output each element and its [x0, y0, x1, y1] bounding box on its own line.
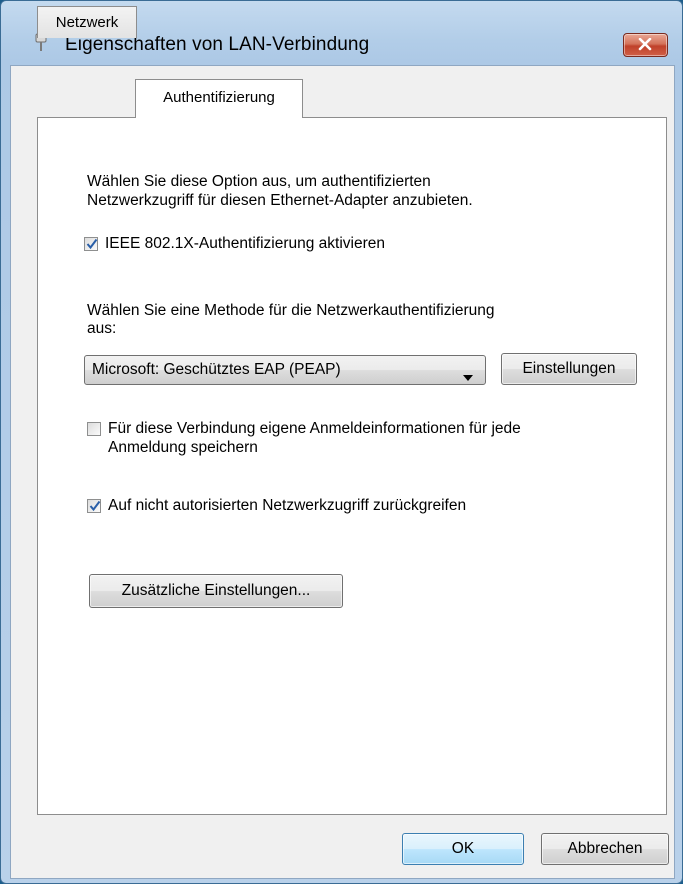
tab-label: Authentifizierung: [163, 89, 275, 106]
tab-panel: [37, 117, 667, 815]
tab-label: Netzwerk: [55, 14, 119, 31]
remember-credentials-label[interactable]: Für diese Verbindung eigene Anmeldeinfor…: [108, 419, 521, 439]
intro-text-line2: Netzwerkzugriff für diesen Ethernet-Adap…: [87, 192, 473, 209]
dialog-window: Eigenschaften von LAN-Verbindung Netzwer…: [0, 0, 683, 884]
cancel-button[interactable]: Abbrechen: [541, 833, 669, 865]
checkmark-icon: [89, 500, 101, 512]
intro-text: Wählen Sie diese Option aus, um authenti…: [87, 173, 431, 190]
tab-authentifizierung[interactable]: Authentifizierung: [135, 79, 303, 118]
additional-settings-button[interactable]: Zusätzliche Einstellungen...: [89, 574, 343, 608]
fallback-unauthorized-checkbox[interactable]: [87, 499, 101, 513]
enable-8021x-label[interactable]: IEEE 802.1X-Authentifizierung aktivieren: [105, 234, 385, 254]
tab-netzwerk[interactable]: Netzwerk: [37, 6, 137, 38]
auth-method-select[interactable]: Microsoft: Geschütztes EAP (PEAP): [84, 355, 486, 385]
method-label-line2: aus:: [87, 320, 117, 337]
remember-credentials-label-line2[interactable]: Anmeldung speichern: [108, 438, 258, 458]
settings-button[interactable]: Einstellungen: [501, 353, 637, 385]
checkmark-icon: [86, 238, 98, 250]
auth-method-value: Microsoft: Geschütztes EAP (PEAP): [92, 361, 341, 378]
fallback-unauthorized-label[interactable]: Auf nicht autorisierten Netzwerkzugriff …: [108, 496, 466, 516]
remember-credentials-checkbox[interactable]: [87, 422, 101, 436]
ok-button[interactable]: OK: [402, 833, 524, 865]
method-label: Wählen Sie eine Methode für die Netzwerk…: [87, 302, 495, 319]
chevron-down-icon: [463, 368, 473, 386]
close-button[interactable]: [623, 33, 668, 57]
close-icon: [638, 38, 652, 51]
enable-8021x-checkbox[interactable]: [84, 237, 98, 251]
